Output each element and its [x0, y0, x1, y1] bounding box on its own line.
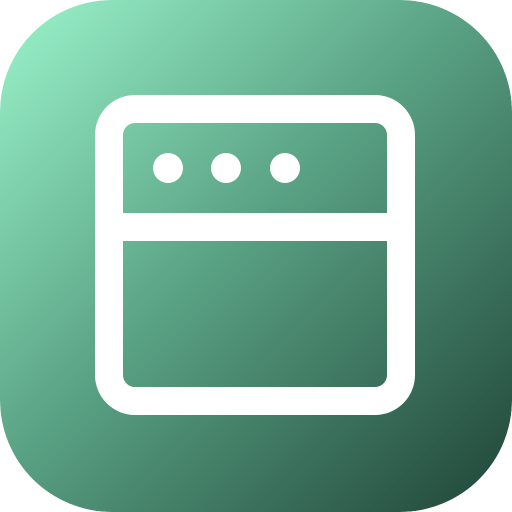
- app-icon[interactable]: [0, 0, 512, 512]
- window-dot-1: [153, 153, 183, 183]
- browser-window-icon: [0, 0, 512, 512]
- icon-background: [0, 0, 512, 512]
- window-dot-2: [211, 153, 241, 183]
- window-dot-3: [270, 153, 300, 183]
